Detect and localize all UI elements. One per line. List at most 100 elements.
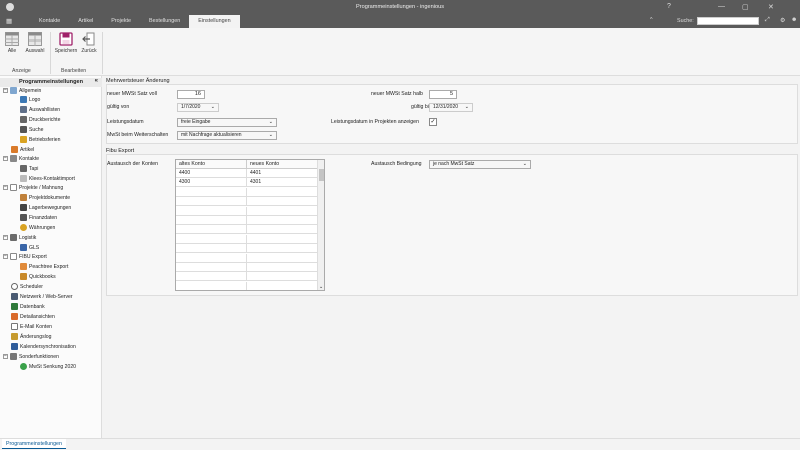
toggle-icon[interactable]: − xyxy=(3,156,8,162)
leistungsdatum-select[interactable]: freie Eingabe ⌄ xyxy=(177,118,277,127)
table-row[interactable]: 4400 4401 xyxy=(176,169,318,178)
tree-gls[interactable]: GLS xyxy=(20,244,39,253)
mwst-halb-input[interactable]: 5 xyxy=(429,90,457,99)
tree-auswahllisten[interactable]: Auswahllisten xyxy=(20,106,60,115)
column-header-neues-konto[interactable]: neues Konto xyxy=(247,160,318,169)
table-row[interactable] xyxy=(176,206,318,216)
cell-neues-konto[interactable] xyxy=(247,281,318,290)
grid-menu-icon[interactable]: ▦ xyxy=(6,17,12,25)
search-input[interactable] xyxy=(697,17,759,25)
tree-druckberichte[interactable]: Druckberichte xyxy=(20,116,60,125)
tree-waehrungen[interactable]: Währungen xyxy=(20,224,55,233)
tree-aenderungslog[interactable]: Änderungslog xyxy=(11,333,51,342)
cell-neues-konto[interactable] xyxy=(247,272,318,282)
table-row[interactable] xyxy=(176,272,318,282)
tree-logo[interactable]: Logo xyxy=(20,96,40,105)
open-document-tab[interactable]: Programmeinstellungen xyxy=(2,439,66,449)
tree-detailansichten[interactable]: Detailansichten xyxy=(11,313,55,322)
scrollbar-thumb[interactable] xyxy=(319,169,324,181)
cell-altes-konto[interactable] xyxy=(176,187,247,197)
tree-projektdokumente[interactable]: Projektdokumente xyxy=(20,194,70,203)
cell-neues-konto[interactable] xyxy=(247,225,318,235)
column-header-altes-konto[interactable]: altes Konto xyxy=(176,160,247,169)
cell-altes-konto[interactable] xyxy=(176,216,247,225)
collapse-ribbon-icon[interactable]: ^ xyxy=(650,17,653,23)
user-icon[interactable]: ☻ xyxy=(791,17,797,23)
tab-kontakte[interactable]: Kontakte xyxy=(30,15,69,28)
tree-peachtree-export[interactable]: Peachtree Export xyxy=(20,263,68,272)
tree-kalendersynchronisation[interactable]: Kalendersynchronisation xyxy=(11,343,76,352)
cell-neues-konto[interactable] xyxy=(247,187,318,197)
cell-altes-konto[interactable]: 4400 xyxy=(176,169,247,178)
scroll-down-icon[interactable]: ⌄ xyxy=(319,284,323,290)
cell-altes-konto[interactable] xyxy=(176,197,247,207)
toggle-icon[interactable]: − xyxy=(3,185,8,191)
tree-kontakte[interactable]: − Kontakte xyxy=(3,155,39,164)
zurueck-button[interactable]: Zurück xyxy=(80,32,98,54)
tree-logistik[interactable]: − Logistik xyxy=(3,234,36,243)
restore-icon[interactable]: ▢ xyxy=(742,3,749,11)
auswahl-button[interactable]: Auswahl xyxy=(24,32,46,54)
table-row[interactable] xyxy=(176,225,318,235)
cell-altes-konto[interactable]: 4300 xyxy=(176,178,247,188)
tree-lagerbewegungen[interactable]: Lagerbewegungen xyxy=(20,204,71,213)
help-icon[interactable]: ? xyxy=(667,3,671,10)
table-row[interactable] xyxy=(176,234,318,244)
cell-altes-konto[interactable] xyxy=(176,234,247,244)
table-row[interactable]: 4300 4301 xyxy=(176,178,318,188)
tab-artikel[interactable]: Artikel xyxy=(69,15,102,28)
toggle-icon[interactable]: − xyxy=(3,235,8,241)
bedingung-select[interactable]: je nach MwSt Satz ⌄ xyxy=(429,160,531,169)
cell-neues-konto[interactable] xyxy=(247,216,318,225)
tree-email-konten[interactable]: E-Mail Konten xyxy=(11,323,52,332)
table-row[interactable] xyxy=(176,197,318,207)
tree-allgemein[interactable]: − Allgemein xyxy=(3,87,41,96)
cell-altes-konto[interactable] xyxy=(176,244,247,254)
tree-scheduler[interactable]: Scheduler xyxy=(11,283,43,292)
cell-neues-konto[interactable] xyxy=(247,244,318,254)
tree-projekte-mahnung[interactable]: − Projekte / Mahnung xyxy=(3,184,63,193)
tab-bestellungen[interactable]: Bestellungen xyxy=(140,15,189,28)
grid-scrollbar[interactable]: ⌄ xyxy=(317,160,324,290)
alle-button[interactable]: Alle xyxy=(4,32,20,54)
sidebar-collapse-button[interactable]: « xyxy=(95,78,98,84)
weiterschalten-select[interactable]: mit Nachfrage aktualisieren ⌄ xyxy=(177,131,277,140)
tree-suche[interactable]: Suche xyxy=(20,126,43,135)
table-row[interactable] xyxy=(176,216,318,225)
tree-finanzdaten[interactable]: Finanzdaten xyxy=(20,214,57,223)
cell-altes-konto[interactable] xyxy=(176,281,247,290)
cell-neues-konto[interactable]: 4301 xyxy=(247,178,318,188)
tree-betriebsferien[interactable]: Betriebsferien xyxy=(20,136,60,145)
gueltig-von-date-picker[interactable]: 1/7/2020 ⌄ xyxy=(177,103,219,112)
mwst-voll-input[interactable]: 16 xyxy=(177,90,205,99)
cell-neues-konto[interactable] xyxy=(247,206,318,216)
tab-einstellungen[interactable]: Einstellungen xyxy=(189,15,240,28)
tree-artikel[interactable]: Artikel xyxy=(11,146,34,155)
tree-netzwerk-web-server[interactable]: Netzwerk / Web-Server xyxy=(11,293,73,302)
table-row[interactable] xyxy=(176,263,318,272)
toggle-icon[interactable]: − xyxy=(3,354,8,360)
cell-altes-konto[interactable] xyxy=(176,263,247,272)
tree-datenbank[interactable]: Datenbank xyxy=(11,303,45,312)
tree-tapi[interactable]: Tapi xyxy=(20,165,38,174)
settings-icon[interactable]: ⚙ xyxy=(780,17,785,24)
tree-sonderfunktionen[interactable]: − Sonderfunktionen xyxy=(3,353,59,362)
cell-neues-konto[interactable] xyxy=(247,197,318,207)
toggle-icon[interactable]: − xyxy=(3,88,8,94)
cell-neues-konto[interactable] xyxy=(247,263,318,272)
gueltig-bis-date-picker[interactable]: 12/31/2020 ⌄ xyxy=(429,103,473,112)
minimize-icon[interactable]: — xyxy=(718,3,725,10)
tree-fibu-export[interactable]: − FIBU Export xyxy=(3,253,47,262)
cell-neues-konto[interactable]: 4401 xyxy=(247,169,318,178)
speichern-button[interactable]: Speichern xyxy=(53,32,79,54)
cell-altes-konto[interactable] xyxy=(176,253,247,263)
close-icon[interactable]: ✕ xyxy=(768,3,774,11)
table-row[interactable] xyxy=(176,244,318,254)
cell-altes-konto[interactable] xyxy=(176,206,247,216)
table-row[interactable] xyxy=(176,253,318,263)
tree-quickbooks[interactable]: Quickbooks xyxy=(20,273,56,282)
leistung-projekte-checkbox[interactable]: ✓ xyxy=(429,118,437,126)
table-row[interactable] xyxy=(176,281,318,290)
cell-altes-konto[interactable] xyxy=(176,225,247,235)
tree-klees-kontaktimport[interactable]: Klees-Kontaktimport xyxy=(20,175,75,184)
